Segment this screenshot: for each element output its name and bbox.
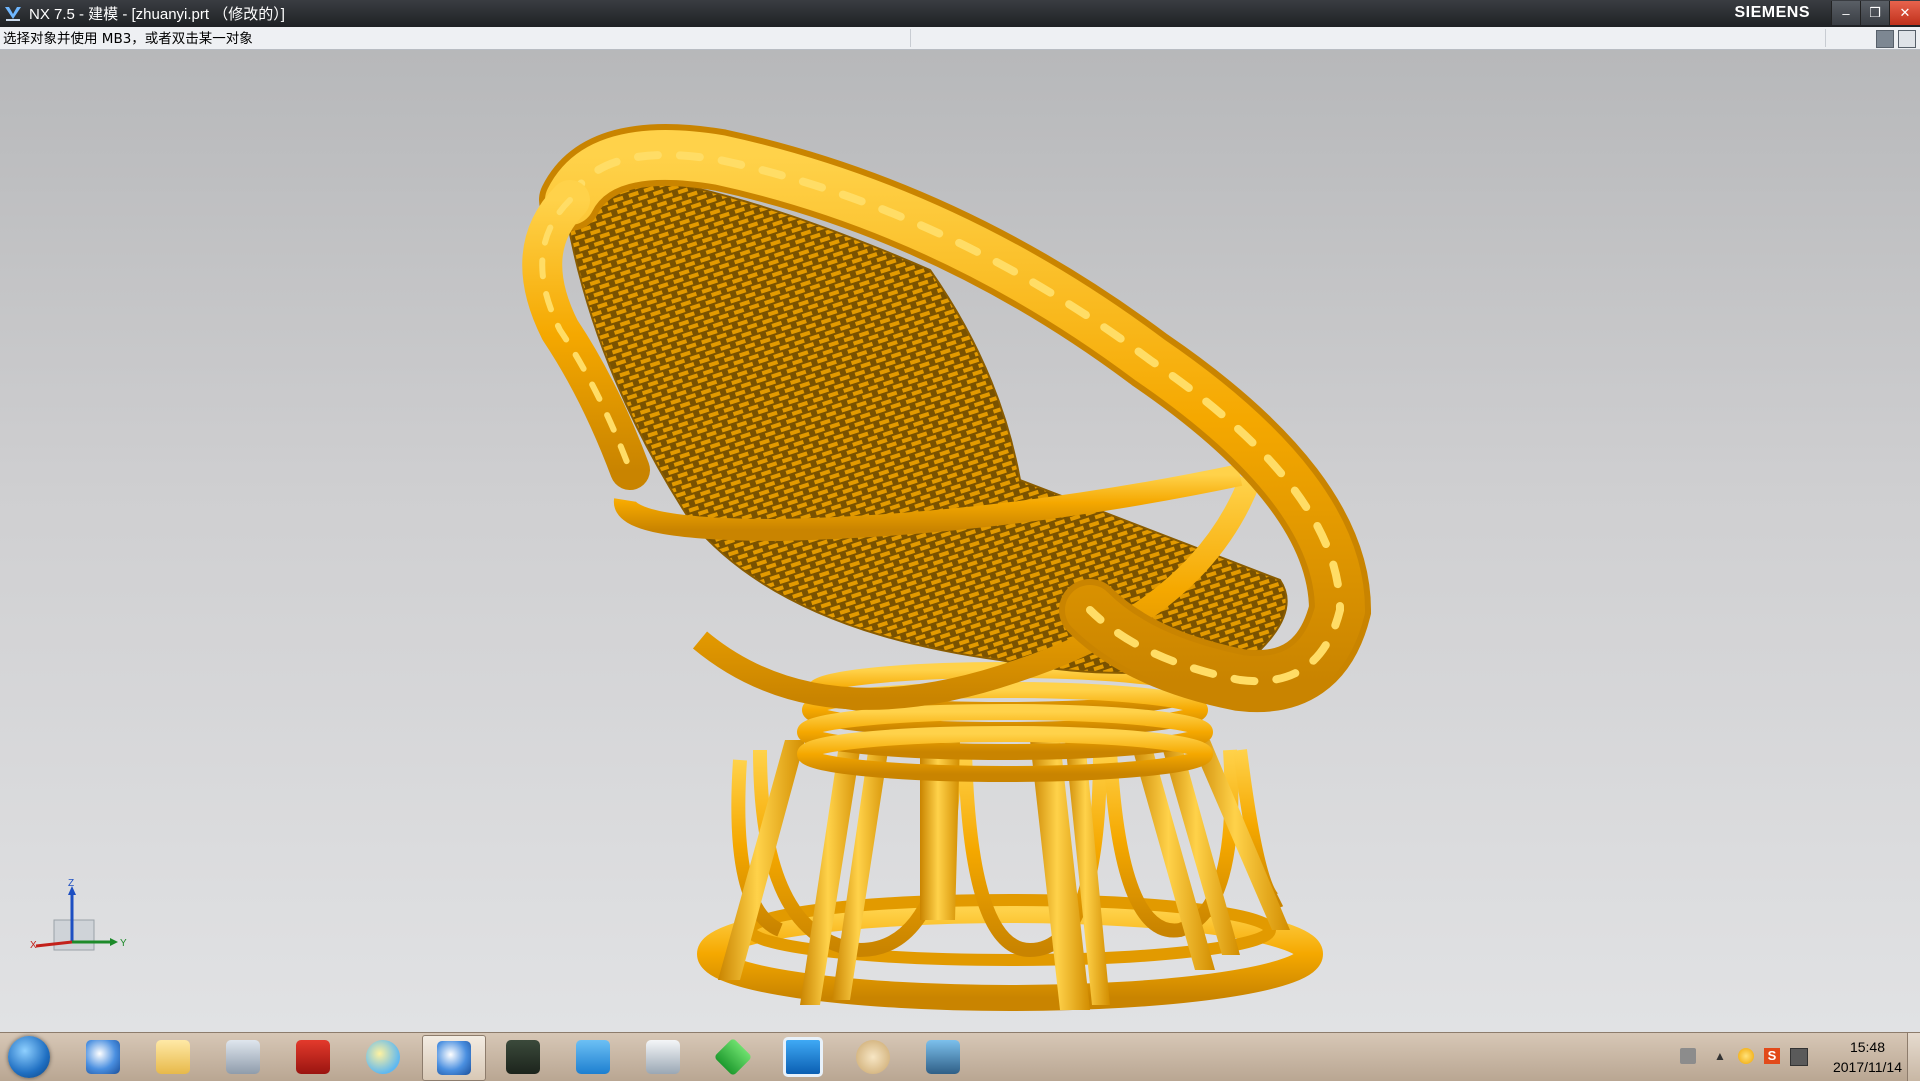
window-controls: – ❒ ✕ (1831, 0, 1920, 27)
monitor-icon (506, 1040, 540, 1074)
sogou-input-icon[interactable]: S (1764, 1048, 1780, 1064)
view-triad: Z Y X (30, 878, 127, 951)
taskbar-app-qq-button[interactable] (562, 1035, 624, 1079)
nx-app-icon (5, 6, 21, 21)
cue-divider (910, 29, 911, 47)
clock[interactable]: 15:48 2017/11/14 (1833, 1037, 1902, 1077)
triad-cube (53, 919, 95, 951)
taskbar-app-folder-button[interactable] (142, 1035, 204, 1079)
rattan-chair-model[interactable]: Z Y X (0, 50, 1920, 1032)
clock-time: 15:48 (1849, 1039, 1885, 1055)
taskbar-app-blue-square-button[interactable] (772, 1035, 834, 1079)
selection-filter-icon[interactable] (1876, 30, 1894, 48)
graphics-window[interactable]: Z Y X (0, 50, 1920, 1032)
download-icon (713, 1037, 753, 1077)
cue-line-buttons (1876, 30, 1916, 48)
taskbar: ▲ S 15:48 2017/11/14 (0, 1032, 1920, 1081)
show-desktop-button[interactable] (1907, 1033, 1920, 1081)
weather-icon[interactable] (1738, 1048, 1754, 1064)
calculator-icon (226, 1040, 260, 1074)
clock-date: 2017/11/14 (1832, 1059, 1902, 1075)
taskbar-app-download-button[interactable] (702, 1035, 764, 1079)
cue-line-text: 选择对象并使用 MB3，或者双击某一对象 (3, 31, 253, 47)
brand-logo: SIEMENS (1734, 4, 1810, 21)
close-button[interactable]: ✕ (1889, 1, 1920, 25)
system-tray: ▲ S 15:48 2017/11/14 (1650, 1033, 1920, 1081)
picture-viewer-icon (926, 1040, 960, 1074)
taskbar-app-monitor-button[interactable] (492, 1035, 554, 1079)
x-label: X (30, 940, 37, 951)
minimize-button[interactable]: – (1831, 1, 1860, 25)
taskbar-app-paint-button[interactable] (842, 1035, 904, 1079)
qq-icon (576, 1040, 610, 1074)
keyboard-icon[interactable] (1680, 1048, 1696, 1064)
folder-icon (156, 1040, 190, 1074)
autocad-icon (296, 1040, 330, 1074)
status-divider (1825, 29, 1826, 47)
network-icon[interactable] (1790, 1048, 1808, 1066)
taskbar-app-calculator-button[interactable] (212, 1035, 274, 1079)
blue-square-icon (783, 1037, 823, 1077)
title-bar: NX 7.5 - 建模 - [zhuanyi.prt （修改的）] SIEMEN… (0, 0, 1920, 27)
y-label: Y (120, 938, 127, 949)
show-hidden-icons-icon[interactable]: ▲ (1712, 1048, 1728, 1064)
start-button[interactable] (8, 1036, 50, 1078)
full-screen-icon[interactable] (1898, 30, 1916, 48)
z-label: Z (68, 878, 74, 889)
nx-icon (86, 1040, 120, 1074)
paint-icon (856, 1040, 890, 1074)
nx-icon (437, 1041, 471, 1075)
taskbar-app-nx-button[interactable] (72, 1035, 134, 1079)
window-title: NX 7.5 - 建模 - [zhuanyi.prt （修改的）] (29, 6, 285, 23)
taskbar-app-picture-viewer-button[interactable] (912, 1035, 974, 1079)
taskbar-app-window-button[interactable] (632, 1035, 694, 1079)
taskbar-app-nx-button[interactable] (422, 1035, 486, 1081)
cue-line: 选择对象并使用 MB3，或者双击某一对象 (0, 27, 1920, 50)
taskbar-app-autocad-button[interactable] (282, 1035, 344, 1079)
restore-button[interactable]: ❒ (1860, 1, 1889, 25)
taskbar-app-chat-button[interactable] (352, 1035, 414, 1079)
chat-icon (366, 1040, 400, 1074)
window-icon (646, 1040, 680, 1074)
